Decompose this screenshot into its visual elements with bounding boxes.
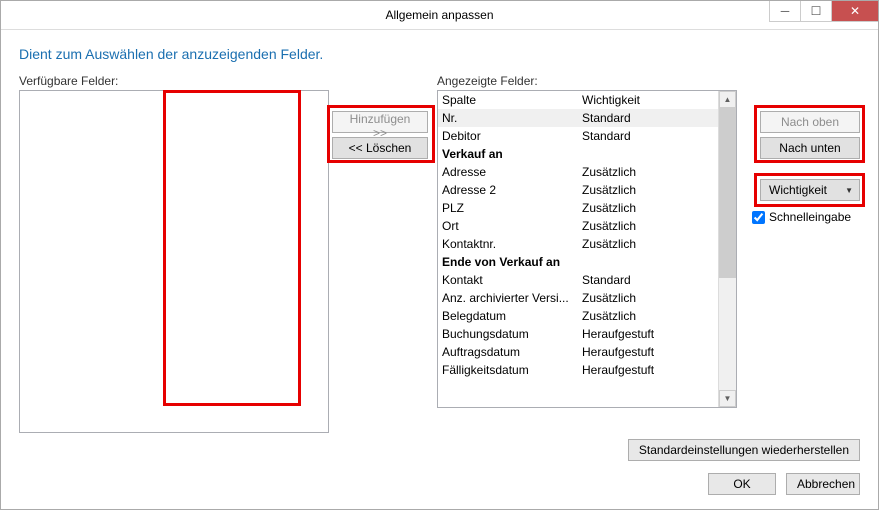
list-row[interactable]: Adresse 2Zusätzlich	[438, 181, 718, 199]
quick-entry-input[interactable]	[752, 211, 765, 224]
row-importance: Wichtigkeit	[582, 91, 718, 109]
row-importance: Zusätzlich	[582, 199, 718, 217]
restore-defaults-button[interactable]: Standardeinstellungen wiederherstellen	[628, 439, 860, 461]
close-button[interactable]: ✕	[831, 1, 878, 22]
row-name: Anz. archivierter Versi...	[442, 289, 582, 307]
list-row[interactable]: Nr.Standard	[438, 109, 718, 127]
description-text: Dient zum Auswählen der anzuzeigenden Fe…	[19, 46, 860, 62]
row-importance: Zusätzlich	[582, 289, 718, 307]
dialog-content: Dient zum Auswählen der anzuzeigenden Fe…	[1, 30, 878, 509]
move-up-button[interactable]: Nach oben	[760, 111, 860, 133]
available-column: Verfügbare Felder:	[19, 74, 329, 433]
ok-cancel-row: OK Abbrechen	[19, 473, 860, 495]
row-name: Ort	[442, 217, 582, 235]
row-importance: Zusätzlich	[582, 163, 718, 181]
scroll-down-icon[interactable]: ▼	[719, 390, 736, 407]
importance-dropdown[interactable]: Wichtigkeit ▼	[760, 179, 860, 201]
list-row[interactable]: Anz. archivierter Versi...Zusätzlich	[438, 289, 718, 307]
row-importance: Zusätzlich	[582, 217, 718, 235]
row-name: Adresse 2	[442, 181, 582, 199]
row-name: PLZ	[442, 199, 582, 217]
row-name: Nr.	[442, 109, 582, 127]
row-importance: Heraufgestuft	[582, 361, 718, 379]
remove-button[interactable]: << Löschen	[332, 137, 428, 159]
row-name: Kontaktnr.	[442, 235, 582, 253]
list-row[interactable]: Verkauf an	[438, 145, 718, 163]
available-listbox[interactable]	[19, 90, 329, 433]
list-row[interactable]: KontaktStandard	[438, 271, 718, 289]
row-importance: Zusätzlich	[582, 235, 718, 253]
dialog-window: Allgemein anpassen ─ ☐ ✕ Dient zum Auswä…	[0, 0, 879, 510]
cancel-button[interactable]: Abbrechen	[786, 473, 860, 495]
rows-area: SpalteWichtigkeitNr.StandardDebitorStand…	[438, 91, 718, 407]
available-label: Verfügbare Felder:	[19, 74, 329, 88]
list-row[interactable]: PLZZusätzlich	[438, 199, 718, 217]
list-row[interactable]: SpalteWichtigkeit	[438, 91, 718, 109]
titlebar: Allgemein anpassen ─ ☐ ✕	[1, 1, 878, 30]
ok-button[interactable]: OK	[708, 473, 776, 495]
list-row[interactable]: Kontaktnr.Zusätzlich	[438, 235, 718, 253]
add-remove-group: Hinzufügen >> << Löschen	[332, 111, 428, 159]
quick-entry-label: Schnelleingabe	[769, 210, 851, 224]
row-importance: Standard	[582, 109, 718, 127]
row-name: Debitor	[442, 127, 582, 145]
list-row[interactable]: AuftragsdatumHeraufgestuft	[438, 343, 718, 361]
quick-entry-checkbox[interactable]: Schnelleingabe	[752, 210, 860, 224]
row-name: Fälligkeitsdatum	[442, 361, 582, 379]
list-row[interactable]: BelegdatumZusätzlich	[438, 307, 718, 325]
minimize-button[interactable]: ─	[769, 1, 800, 22]
row-name: Ende von Verkauf an	[442, 253, 582, 271]
row-importance	[582, 253, 718, 271]
right-column: Nach oben Nach unten Wichtigkeit ▼ Schne…	[737, 74, 860, 433]
mid-column: Hinzufügen >> << Löschen	[329, 74, 437, 433]
chevron-down-icon: ▼	[845, 186, 853, 195]
row-name: Spalte	[442, 91, 582, 109]
importance-dropdown-label: Wichtigkeit	[769, 183, 827, 197]
columns-area: Verfügbare Felder: Hinzufügen >> << Lösc…	[19, 74, 860, 433]
scrollbar[interactable]: ▲ ▼	[718, 91, 736, 407]
row-name: Auftragsdatum	[442, 343, 582, 361]
window-title: Allgemein anpassen	[385, 8, 493, 22]
row-importance: Standard	[582, 271, 718, 289]
maximize-button[interactable]: ☐	[800, 1, 831, 22]
row-name: Belegdatum	[442, 307, 582, 325]
row-importance: Heraufgestuft	[582, 325, 718, 343]
displayed-listbox[interactable]: SpalteWichtigkeitNr.StandardDebitorStand…	[437, 90, 737, 408]
row-name: Verkauf an	[442, 145, 582, 163]
list-row[interactable]: OrtZusätzlich	[438, 217, 718, 235]
row-name: Kontakt	[442, 271, 582, 289]
scroll-thumb[interactable]	[719, 108, 736, 278]
scroll-up-icon[interactable]: ▲	[719, 91, 736, 108]
list-row[interactable]: BuchungsdatumHeraufgestuft	[438, 325, 718, 343]
row-importance: Zusätzlich	[582, 307, 718, 325]
list-row[interactable]: AdresseZusätzlich	[438, 163, 718, 181]
row-importance: Heraufgestuft	[582, 343, 718, 361]
list-row[interactable]: FälligkeitsdatumHeraufgestuft	[438, 361, 718, 379]
move-down-button[interactable]: Nach unten	[760, 137, 860, 159]
row-importance: Standard	[582, 127, 718, 145]
move-group: Nach oben Nach unten	[760, 111, 860, 159]
restore-row: Standardeinstellungen wiederherstellen	[19, 439, 860, 461]
row-name: Adresse	[442, 163, 582, 181]
row-importance	[582, 145, 718, 163]
list-row[interactable]: Ende von Verkauf an	[438, 253, 718, 271]
displayed-label: Angezeigte Felder:	[437, 74, 737, 88]
add-button[interactable]: Hinzufügen >>	[332, 111, 428, 133]
displayed-column: Angezeigte Felder: SpalteWichtigkeitNr.S…	[437, 74, 737, 433]
row-name: Buchungsdatum	[442, 325, 582, 343]
row-importance: Zusätzlich	[582, 181, 718, 199]
list-row[interactable]: DebitorStandard	[438, 127, 718, 145]
window-controls: ─ ☐ ✕	[769, 1, 878, 21]
